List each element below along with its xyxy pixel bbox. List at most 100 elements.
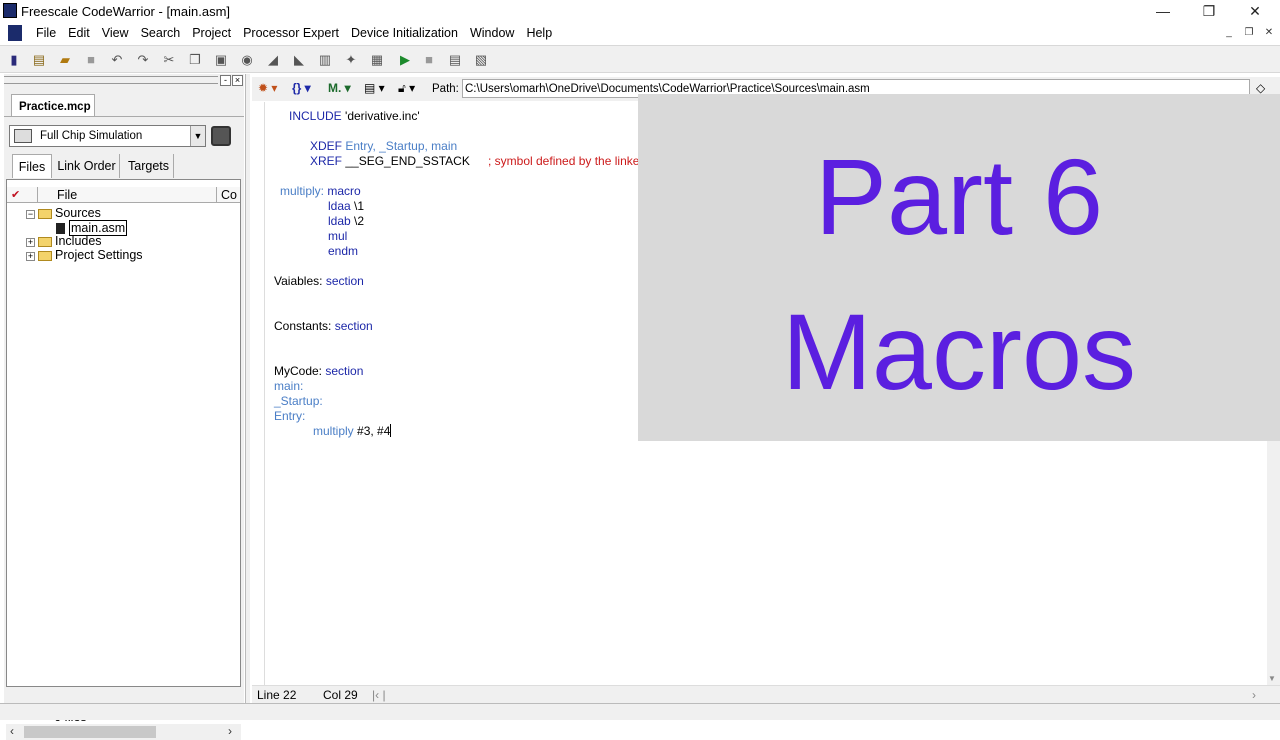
project-panel: Full Chip Simulation ▼ Files Link Order … (4, 116, 244, 740)
copy-icon[interactable]: ❐ (186, 51, 204, 69)
new-file-icon[interactable]: ▮ (5, 51, 23, 69)
chip-settings-icon[interactable] (211, 126, 231, 146)
overlay-topic-title: Macros (781, 291, 1137, 412)
save-icon[interactable]: ■ (82, 51, 100, 69)
chevron-down-icon[interactable]: ▼ (190, 126, 205, 146)
pane-grip[interactable] (4, 76, 218, 84)
title-bar: Freescale CodeWarrior - [main.asm] — ❐ ✕ (0, 0, 1280, 22)
preprocess-icon[interactable]: ▦ (368, 51, 386, 69)
marker-popup-icon[interactable]: M. ▾ (328, 81, 351, 95)
undo-icon[interactable]: ↶ (108, 51, 126, 69)
tab-targets[interactable]: Targets (124, 154, 174, 178)
scroll-right-icon[interactable]: › (1252, 688, 1256, 702)
app-status-bar (0, 703, 1280, 720)
codewarrior-app-icon (3, 3, 17, 18)
minimize-button[interactable]: — (1140, 0, 1186, 22)
code-line: INCLUDE 'derivative.inc' (289, 109, 420, 123)
debug-icon[interactable]: ▶ (396, 51, 414, 69)
code-line: _Startup: (274, 394, 323, 408)
tree-item-sources[interactable]: Sources (55, 206, 101, 220)
document-icon[interactable] (8, 25, 22, 41)
tab-files[interactable]: Files (12, 154, 52, 178)
check-syntax-icon[interactable]: ✦ (342, 51, 360, 69)
menu-search[interactable]: Search (135, 25, 187, 41)
project-tab[interactable]: Practice.mcp (11, 94, 95, 116)
code-line: multiply #3, #4 (313, 424, 392, 438)
paste-icon[interactable]: ▣ (212, 51, 230, 69)
folder-icon (38, 251, 52, 261)
menu-bar: File Edit View Search Project Processor … (0, 22, 1280, 44)
expand-includes-icon[interactable]: + (26, 238, 35, 247)
close-button[interactable]: ✕ (1232, 0, 1278, 22)
scroll-down-icon[interactable]: ▼ (1268, 674, 1276, 683)
find-icon[interactable]: ◉ (238, 51, 256, 69)
collapse-sources-icon[interactable]: − (26, 210, 35, 219)
menu-edit[interactable]: Edit (62, 25, 96, 41)
tab-link-order[interactable]: Link Order (54, 154, 120, 178)
function-popup-icon[interactable]: ✹ ▾ (258, 81, 277, 95)
redo-icon[interactable]: ↷ (134, 51, 152, 69)
menu-device-initialization[interactable]: Device Initialization (345, 25, 464, 41)
document-popup-icon[interactable]: ▤ ▾ (364, 81, 385, 95)
column-file[interactable]: File (57, 188, 77, 202)
menu-help[interactable]: Help (520, 25, 558, 41)
pane-close-button[interactable]: × (232, 75, 243, 86)
column-indicator: Col 29 (323, 688, 358, 702)
scroll-right-icon[interactable]: › (228, 724, 242, 738)
code-line: mul (328, 229, 348, 243)
target-select[interactable]: Full Chip Simulation ▼ (9, 125, 206, 147)
main-toolbar: ▮ ▤ ▰ ■ ↶ ↷ ✂ ❐ ▣ ◉ ◢ ◣ ▥ ✦ ▦ ▶ ■ ▤ ▧ (0, 45, 1280, 73)
target-settings-icon[interactable]: ▧ (472, 51, 490, 69)
cut-icon[interactable]: ✂ (160, 51, 178, 69)
code-line: Constants: section (274, 319, 373, 333)
menu-view[interactable]: View (96, 25, 135, 41)
pane-splitter[interactable] (245, 74, 250, 704)
text-caret (390, 424, 392, 437)
file-list: ✔ File Co − Sources main.asm + Includes … (6, 179, 241, 687)
code-comment: ; symbol defined by the linke (488, 154, 640, 168)
menu-window[interactable]: Window (464, 25, 520, 41)
restore-button[interactable]: ❐ (1186, 0, 1232, 22)
menu-project[interactable]: Project (186, 25, 237, 41)
make-icon[interactable]: ◣ (290, 51, 308, 69)
mdi-close-button[interactable]: ✕ (1262, 26, 1276, 40)
compile-icon[interactable]: ◢ (264, 51, 282, 69)
file-list-header: ✔ File Co (7, 187, 240, 203)
path-options-icon[interactable]: ◇ (1256, 81, 1265, 95)
new-project-icon[interactable]: ▤ (30, 51, 48, 69)
braces-popup-icon[interactable]: {} ▾ (292, 81, 311, 95)
path-label: Path: (432, 83, 459, 95)
stop-icon[interactable]: ■ (420, 51, 438, 69)
project-settings-icon[interactable]: ▤ (446, 51, 464, 69)
tree-item-project-settings[interactable]: Project Settings (55, 248, 143, 262)
scroll-left-icon[interactable]: ‹ (10, 724, 24, 738)
pane-minimize-button[interactable]: - (220, 75, 231, 86)
mdi-minimize-button[interactable]: _ (1222, 26, 1236, 40)
lock-icon[interactable]: 🔓︎ ▾ (398, 81, 415, 96)
menu-processor-expert[interactable]: Processor Expert (237, 25, 345, 41)
target-icon (14, 129, 32, 143)
overlay-part-title: Part 6 (814, 136, 1104, 257)
target-select-value: Full Chip Simulation (40, 130, 143, 142)
folder-icon (38, 237, 52, 247)
asm-file-icon (56, 223, 65, 234)
scroll-left-icon[interactable]: |‹ | (372, 688, 386, 702)
scroll-thumb[interactable] (24, 726, 156, 738)
line-indicator: Line 22 (257, 688, 297, 702)
open-folder-icon[interactable]: ▰ (56, 51, 74, 69)
disassemble-icon[interactable]: ▥ (316, 51, 334, 69)
code-line: ldaa \1 (328, 199, 365, 213)
menu-file[interactable]: File (30, 25, 62, 41)
expand-project-settings-icon[interactable]: + (26, 252, 35, 261)
code-line: XREF __SEG_END_SSTACK (310, 154, 470, 168)
code-line: ldab \2 (328, 214, 365, 228)
editor-status-bar: Line 22 Col 29 |‹ | › (252, 685, 1280, 703)
column-code[interactable]: Co (221, 188, 237, 202)
mdi-restore-button[interactable]: ❐ (1242, 26, 1256, 40)
tree-item-includes[interactable]: Includes (55, 234, 102, 248)
code-line: endm (328, 244, 359, 258)
project-pane: - × Practice.mcp Full Chip Simulation ▼ … (4, 74, 244, 740)
checkmark-icon[interactable]: ✔ (11, 188, 20, 201)
video-title-overlay: Part 6 Macros (638, 94, 1280, 441)
horizontal-scrollbar[interactable]: ‹ › (6, 724, 241, 740)
